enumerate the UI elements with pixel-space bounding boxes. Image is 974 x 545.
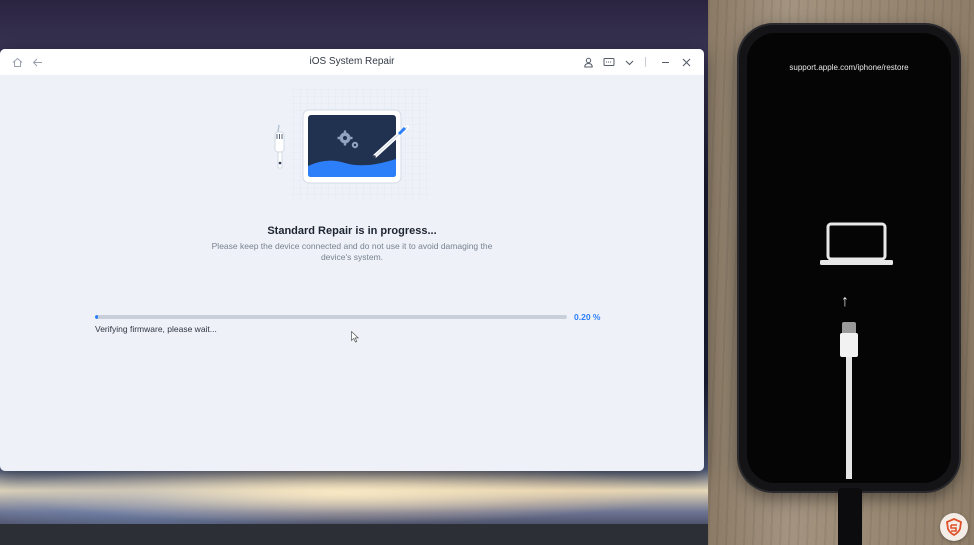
repair-heading: Standard Repair is in progress...: [267, 225, 437, 237]
title-bar: iOS System Repair: [0, 49, 704, 75]
close-icon[interactable]: [679, 55, 693, 69]
progress-bar-fill: [95, 315, 98, 319]
brand-logo: [940, 513, 968, 541]
message-icon[interactable]: [602, 55, 616, 69]
screwdriver-icon: [274, 124, 285, 169]
progress-bar: [95, 315, 567, 319]
lightning-connector: [840, 333, 858, 357]
user-icon[interactable]: [581, 55, 595, 69]
back-arrow-icon[interactable]: [30, 55, 44, 69]
titlebar-divider: [645, 57, 646, 67]
laptop-icon: [820, 222, 893, 265]
cable-outside: [838, 488, 862, 545]
app-window: iOS System Repair Standard Repair is in …: [0, 49, 704, 471]
repair-illustration: [274, 89, 430, 199]
home-icon[interactable]: [10, 55, 24, 69]
chevron-down-icon[interactable]: [622, 55, 636, 69]
shield-logo-icon: [946, 518, 962, 536]
restore-url-text: support.apple.com/iphone/restore: [789, 63, 909, 72]
progress-status-text: Verifying firmware, please wait...: [95, 324, 217, 334]
repair-instructions: Please keep the device connected and do …: [211, 241, 493, 262]
mouse-cursor-icon: [351, 331, 359, 343]
screen: support.apple.com/iphone/restore ↑ iOS S…: [0, 0, 974, 545]
progress-percent: 0.20 %: [574, 312, 601, 322]
up-arrow-icon: ↑: [841, 293, 849, 310]
taskbar: [0, 524, 708, 545]
cable-wire: [846, 357, 852, 479]
minimize-icon[interactable]: [658, 55, 672, 69]
window-title: iOS System Repair: [309, 56, 395, 67]
